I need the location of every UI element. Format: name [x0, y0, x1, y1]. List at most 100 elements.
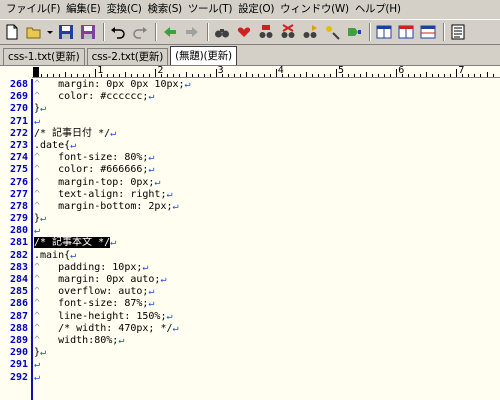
jump-back-button[interactable]: [160, 22, 180, 42]
search-button[interactable]: [212, 22, 232, 42]
save-icon: [59, 25, 73, 39]
editor-line[interactable]: 288 ^ /* width: 470px; */↵: [0, 323, 500, 335]
editor-lines[interactable]: 268 ^ margin: 0px 0px 10px;↵ 269 ^ color: #…: [0, 79, 500, 384]
line-code[interactable]: ^ font-size: 87%;↵: [31, 298, 154, 310]
ruler-tick: [83, 74, 85, 77]
menu-item-4[interactable]: ツール(T): [185, 0, 235, 19]
ruler-tick: [354, 74, 356, 77]
line-code[interactable]: ^ overflow: auto;↵: [31, 286, 154, 298]
editor-line[interactable]: 285 ^ overflow: auto;↵: [0, 286, 500, 298]
open-dropdown-button[interactable]: [46, 22, 54, 42]
line-code[interactable]: .main{↵: [31, 250, 76, 262]
editor-line[interactable]: 289 ^ width:80%;↵: [0, 335, 500, 347]
line-code[interactable]: ^ margin-bottom: 2px;↵: [31, 201, 179, 213]
line-code[interactable]: ↵: [31, 116, 40, 128]
document-tab[interactable]: css-1.txt(更新): [3, 48, 85, 65]
editor-line[interactable]: 273 .date{↵: [0, 140, 500, 152]
search-clear-button[interactable]: [278, 22, 298, 42]
line-code[interactable]: ^ margin: 0px auto;↵: [31, 274, 166, 286]
menu-item-0[interactable]: ファイル(F): [3, 0, 63, 19]
search-prev-button[interactable]: [256, 22, 276, 42]
line-text: margin: 0px auto;: [40, 274, 161, 285]
undo-button[interactable]: [108, 22, 128, 42]
redo-button[interactable]: [130, 22, 150, 42]
menu-item-6[interactable]: ウィンドウ(W): [277, 0, 352, 19]
editor-line[interactable]: 269 ^ color: #cccccc;↵: [0, 91, 500, 103]
new-file-button[interactable]: [2, 22, 22, 42]
search-next-button[interactable]: [300, 22, 320, 42]
ruler-tick: [233, 74, 235, 77]
editor-line[interactable]: 276 ^ margin-top: 0px;↵: [0, 177, 500, 189]
editor-line[interactable]: 291 ↵: [0, 359, 500, 371]
window-cascade-button[interactable]: [396, 22, 416, 42]
line-number: 282: [9, 249, 28, 261]
ruler-tick: [384, 74, 386, 77]
ruler-tick: [95, 69, 97, 77]
line-code[interactable]: }↵: [31, 213, 46, 225]
text-editor[interactable]: 1234567 268 ^ margin: 0px 0px 10px;↵ 269 ^ …: [0, 65, 500, 400]
editor-line[interactable]: 277 ^ text-align: right;↵: [0, 189, 500, 201]
line-code[interactable]: ^ /* width: 470px; */↵: [31, 323, 179, 335]
editor-line[interactable]: 275 ^ color: #666666;↵: [0, 164, 500, 176]
editor-line[interactable]: 274 ^ font-size: 80%;↵: [0, 152, 500, 164]
search-prev-icon: [259, 25, 273, 38]
save-as-button[interactable]: [78, 22, 98, 42]
ruler-tick: [53, 74, 55, 77]
line-code[interactable]: ^ width:80%;↵: [31, 335, 124, 347]
editor-line[interactable]: 287 ^ line-height: 150%;↵: [0, 311, 500, 323]
window-split-button[interactable]: [418, 22, 438, 42]
line-text: line-height: 150%;: [40, 310, 167, 322]
line-code[interactable]: .date{↵: [31, 140, 76, 152]
editor-line[interactable]: 281/* 記事本文 */↵: [0, 237, 500, 249]
editor-line[interactable]: 280 ↵: [0, 225, 500, 237]
line-code[interactable]: /* 記事本文 */↵: [31, 237, 116, 249]
document-tab[interactable]: css-2.txt(更新): [86, 48, 169, 65]
editor-line[interactable]: 268 ^ margin: 0px 0px 10px;↵: [0, 79, 500, 91]
save-button[interactable]: [56, 22, 76, 42]
editor-line[interactable]: 282 .main{↵: [0, 250, 500, 262]
open-file-button[interactable]: [24, 22, 44, 42]
editor-line[interactable]: 270}↵: [0, 103, 500, 115]
line-code[interactable]: ^ color: #cccccc;↵: [31, 91, 154, 103]
line-code[interactable]: ^ margin-top: 0px;↵: [31, 177, 160, 189]
editor-line[interactable]: 284 ^ margin: 0px auto;↵: [0, 274, 500, 286]
search-mark-button[interactable]: [234, 22, 254, 42]
line-code[interactable]: }↵: [31, 347, 46, 359]
ruler-tick: [420, 74, 422, 77]
tag-jump-button[interactable]: [344, 22, 364, 42]
line-code[interactable]: ^ margin: 0px 0px 10px;↵: [31, 79, 191, 91]
line-code[interactable]: ^ font-size: 80%;↵: [31, 152, 154, 164]
line-code[interactable]: }↵: [31, 103, 46, 115]
ruler-tick: [287, 74, 289, 77]
ruler-tick: [263, 74, 265, 77]
menu-item-3[interactable]: 検索(S): [145, 0, 185, 19]
line-text: margin: 0px 0px 10px;: [40, 79, 185, 90]
menu-item-2[interactable]: 変換(C): [103, 0, 144, 19]
editor-line[interactable]: 271 ↵: [0, 116, 500, 128]
editor-line[interactable]: 272/* 記事日付 */↵: [0, 128, 500, 140]
editor-line[interactable]: 278 ^ margin-bottom: 2px;↵: [0, 201, 500, 213]
line-code[interactable]: ^ color: #666666;↵: [31, 164, 154, 176]
line-code[interactable]: /* 記事日付 */↵: [31, 128, 116, 140]
line-code[interactable]: ↵: [31, 359, 40, 371]
window-tile-button[interactable]: [374, 22, 394, 42]
line-code[interactable]: ^ line-height: 150%;↵: [31, 311, 173, 323]
editor-line[interactable]: 286 ^ font-size: 87%;↵: [0, 298, 500, 310]
line-code[interactable]: ↵: [31, 372, 40, 384]
grep-button[interactable]: [322, 22, 342, 42]
jump-forward-button[interactable]: [182, 22, 202, 42]
ruler-tick: [245, 72, 247, 77]
ruler-tick: [41, 74, 43, 77]
menu-item-5[interactable]: 設定(O): [235, 0, 277, 19]
settings-list-button[interactable]: [448, 22, 468, 42]
line-code[interactable]: ^ text-align: right;↵: [31, 189, 173, 201]
editor-line[interactable]: 290}↵: [0, 347, 500, 359]
editor-line[interactable]: 279}↵: [0, 213, 500, 225]
line-code[interactable]: ^ padding: 10px;↵: [31, 262, 148, 274]
menu-item-7[interactable]: ヘルプ(H): [352, 0, 404, 19]
editor-line[interactable]: 292 ↵: [0, 372, 500, 384]
line-code[interactable]: ↵: [31, 225, 40, 237]
menu-item-1[interactable]: 編集(E): [63, 0, 103, 19]
editor-line[interactable]: 283 ^ padding: 10px;↵: [0, 262, 500, 274]
document-tab[interactable]: (無題)(更新): [170, 46, 237, 65]
